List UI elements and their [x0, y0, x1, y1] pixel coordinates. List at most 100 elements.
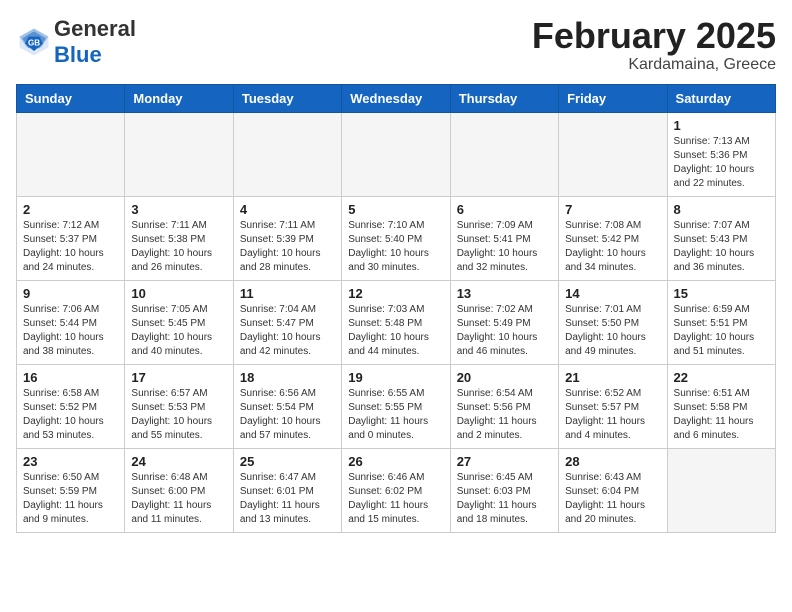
day-info: Sunrise: 6:47 AM Sunset: 6:01 PM Dayligh… — [240, 471, 335, 527]
day-number: 18 — [240, 370, 335, 385]
day-number: 24 — [131, 454, 226, 469]
day-number: 28 — [565, 454, 660, 469]
day-info: Sunrise: 6:52 AM Sunset: 5:57 PM Dayligh… — [565, 387, 660, 443]
day-number: 26 — [348, 454, 443, 469]
day-of-week-header: Monday — [125, 84, 233, 112]
calendar-cell — [667, 448, 775, 532]
calendar-cell — [17, 112, 125, 196]
calendar-cell — [233, 112, 341, 196]
calendar-cell: 28 Sunrise: 6:43 AM Sunset: 6:04 PM Dayli… — [559, 448, 667, 532]
day-info: Sunrise: 6:56 AM Sunset: 5:54 PM Dayligh… — [240, 387, 335, 443]
calendar-cell — [342, 112, 450, 196]
day-info: Sunrise: 7:03 AM Sunset: 5:48 PM Dayligh… — [348, 303, 443, 359]
calendar-cell: 20 Sunrise: 6:54 AM Sunset: 5:56 PM Dayli… — [450, 364, 558, 448]
day-number: 4 — [240, 202, 335, 217]
calendar-cell: 7 Sunrise: 7:08 AM Sunset: 5:42 PM Daylig… — [559, 196, 667, 280]
day-number: 7 — [565, 202, 660, 217]
calendar-cell: 19 Sunrise: 6:55 AM Sunset: 5:55 PM Dayli… — [342, 364, 450, 448]
day-number: 2 — [23, 202, 118, 217]
day-info: Sunrise: 6:57 AM Sunset: 5:53 PM Dayligh… — [131, 387, 226, 443]
day-info: Sunrise: 7:07 AM Sunset: 5:43 PM Dayligh… — [674, 219, 769, 275]
day-of-week-header: Tuesday — [233, 84, 341, 112]
calendar-week-row: 1Sunrise: 7:13 AM Sunset: 5:36 PM Daylig… — [17, 112, 776, 196]
day-info: Sunrise: 6:43 AM Sunset: 6:04 PM Dayligh… — [565, 471, 660, 527]
day-info: Sunrise: 6:59 AM Sunset: 5:51 PM Dayligh… — [674, 303, 769, 359]
location-title: Kardamaina, Greece — [532, 56, 776, 74]
calendar-cell: 8 Sunrise: 7:07 AM Sunset: 5:43 PM Daylig… — [667, 196, 775, 280]
calendar-cell: 22Sunrise: 6:51 AM Sunset: 5:58 PM Dayli… — [667, 364, 775, 448]
day-info: Sunrise: 6:45 AM Sunset: 6:03 PM Dayligh… — [457, 471, 552, 527]
day-info: Sunrise: 7:13 AM Sunset: 5:36 PM Dayligh… — [674, 135, 769, 191]
calendar-cell: 10Sunrise: 7:05 AM Sunset: 5:45 PM Dayli… — [125, 280, 233, 364]
day-number: 23 — [23, 454, 118, 469]
day-info: Sunrise: 7:11 AM Sunset: 5:38 PM Dayligh… — [131, 219, 226, 275]
calendar-cell: 4 Sunrise: 7:11 AM Sunset: 5:39 PM Daylig… — [233, 196, 341, 280]
day-number: 15 — [674, 286, 769, 301]
calendar-cell: 14 Sunrise: 7:01 AM Sunset: 5:50 PM Dayli… — [559, 280, 667, 364]
day-info: Sunrise: 6:48 AM Sunset: 6:00 PM Dayligh… — [131, 471, 226, 527]
day-info: Sunrise: 6:50 AM Sunset: 5:59 PM Dayligh… — [23, 471, 118, 527]
day-number: 19 — [348, 370, 443, 385]
page-header: GB General Blue February 2025 Kardamaina… — [16, 16, 776, 74]
calendar-table: SundayMondayTuesdayWednesdayThursdayFrid… — [16, 84, 776, 533]
calendar-cell: 18 Sunrise: 6:56 AM Sunset: 5:54 PM Dayli… — [233, 364, 341, 448]
day-number: 12 — [348, 286, 443, 301]
day-number: 14 — [565, 286, 660, 301]
calendar-cell — [125, 112, 233, 196]
day-info: Sunrise: 6:51 AM Sunset: 5:58 PM Dayligh… — [674, 387, 769, 443]
day-info: Sunrise: 6:55 AM Sunset: 5:55 PM Dayligh… — [348, 387, 443, 443]
day-number: 9 — [23, 286, 118, 301]
day-info: Sunrise: 7:01 AM Sunset: 5:50 PM Dayligh… — [565, 303, 660, 359]
calendar-cell: 25 Sunrise: 6:47 AM Sunset: 6:01 PM Dayli… — [233, 448, 341, 532]
day-number: 20 — [457, 370, 552, 385]
day-of-week-header: Thursday — [450, 84, 558, 112]
logo-icon: GB — [16, 24, 52, 60]
day-of-week-header: Saturday — [667, 84, 775, 112]
calendar-cell: 27 Sunrise: 6:45 AM Sunset: 6:03 PM Dayli… — [450, 448, 558, 532]
day-number: 8 — [674, 202, 769, 217]
calendar-week-row: 2 Sunrise: 7:12 AM Sunset: 5:37 PM Daylig… — [17, 196, 776, 280]
calendar-cell: 12 Sunrise: 7:03 AM Sunset: 5:48 PM Dayli… — [342, 280, 450, 364]
calendar-cell — [559, 112, 667, 196]
calendar-cell: 5 Sunrise: 7:10 AM Sunset: 5:40 PM Daylig… — [342, 196, 450, 280]
logo-text: General Blue — [54, 16, 136, 68]
calendar-cell: 23 Sunrise: 6:50 AM Sunset: 5:59 PM Dayli… — [17, 448, 125, 532]
day-info: Sunrise: 7:12 AM Sunset: 5:37 PM Dayligh… — [23, 219, 118, 275]
day-info: Sunrise: 7:06 AM Sunset: 5:44 PM Dayligh… — [23, 303, 118, 359]
day-number: 17 — [131, 370, 226, 385]
calendar-cell: 21 Sunrise: 6:52 AM Sunset: 5:57 PM Dayli… — [559, 364, 667, 448]
day-number: 5 — [348, 202, 443, 217]
calendar-cell: 13 Sunrise: 7:02 AM Sunset: 5:49 PM Dayli… — [450, 280, 558, 364]
svg-text:GB: GB — [28, 39, 40, 48]
day-number: 6 — [457, 202, 552, 217]
calendar-week-row: 23 Sunrise: 6:50 AM Sunset: 5:59 PM Dayli… — [17, 448, 776, 532]
day-info: Sunrise: 7:08 AM Sunset: 5:42 PM Dayligh… — [565, 219, 660, 275]
day-number: 11 — [240, 286, 335, 301]
day-number: 21 — [565, 370, 660, 385]
logo: GB General Blue — [16, 16, 136, 68]
day-info: Sunrise: 7:11 AM Sunset: 5:39 PM Dayligh… — [240, 219, 335, 275]
calendar-cell: 2 Sunrise: 7:12 AM Sunset: 5:37 PM Daylig… — [17, 196, 125, 280]
day-of-week-header: Sunday — [17, 84, 125, 112]
title-block: February 2025 Kardamaina, Greece — [532, 16, 776, 74]
day-number: 27 — [457, 454, 552, 469]
day-of-week-header: Wednesday — [342, 84, 450, 112]
day-number: 16 — [23, 370, 118, 385]
calendar-cell: 26 Sunrise: 6:46 AM Sunset: 6:02 PM Dayli… — [342, 448, 450, 532]
calendar-cell: 17 Sunrise: 6:57 AM Sunset: 5:53 PM Dayli… — [125, 364, 233, 448]
calendar-cell: 9 Sunrise: 7:06 AM Sunset: 5:44 PM Daylig… — [17, 280, 125, 364]
day-info: Sunrise: 6:54 AM Sunset: 5:56 PM Dayligh… — [457, 387, 552, 443]
day-info: Sunrise: 7:04 AM Sunset: 5:47 PM Dayligh… — [240, 303, 335, 359]
day-info: Sunrise: 7:09 AM Sunset: 5:41 PM Dayligh… — [457, 219, 552, 275]
day-number: 25 — [240, 454, 335, 469]
calendar-cell: 16 Sunrise: 6:58 AM Sunset: 5:52 PM Dayli… — [17, 364, 125, 448]
calendar-week-row: 9 Sunrise: 7:06 AM Sunset: 5:44 PM Daylig… — [17, 280, 776, 364]
day-info: Sunrise: 7:02 AM Sunset: 5:49 PM Dayligh… — [457, 303, 552, 359]
day-info: Sunrise: 7:10 AM Sunset: 5:40 PM Dayligh… — [348, 219, 443, 275]
calendar-cell: 15 Sunrise: 6:59 AM Sunset: 5:51 PM Dayli… — [667, 280, 775, 364]
day-info: Sunrise: 6:58 AM Sunset: 5:52 PM Dayligh… — [23, 387, 118, 443]
day-number: 13 — [457, 286, 552, 301]
day-of-week-header: Friday — [559, 84, 667, 112]
day-info: Sunrise: 6:46 AM Sunset: 6:02 PM Dayligh… — [348, 471, 443, 527]
calendar-week-row: 16 Sunrise: 6:58 AM Sunset: 5:52 PM Dayli… — [17, 364, 776, 448]
